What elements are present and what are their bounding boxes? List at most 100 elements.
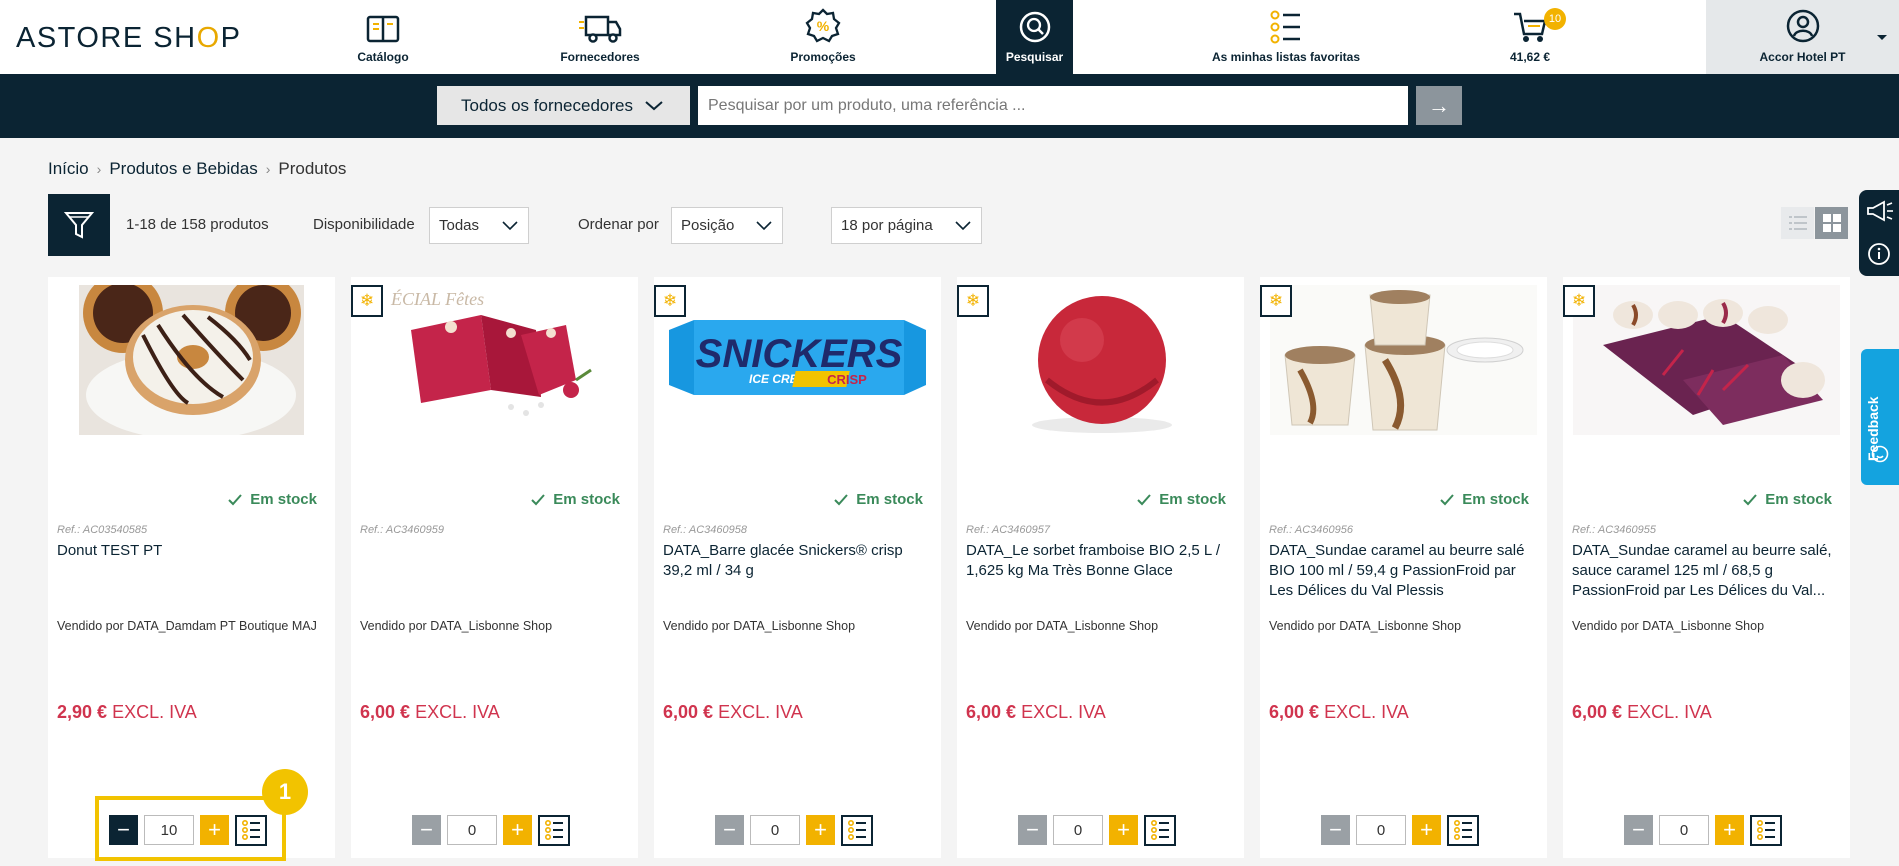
product-image-snickers[interactable]: SNICKERS ICE CREAM CRISP [664,285,931,435]
chevron-down-icon [756,221,772,231]
feedback-tab[interactable]: Feedback [1861,349,1899,485]
nav-search[interactable]: Pesquisar [996,0,1073,74]
nav-suppliers[interactable]: Fornecedores [550,0,650,74]
favorites-list-icon [1270,10,1300,44]
cart-icon [1514,12,1547,42]
filter-button[interactable] [48,194,110,256]
price-suffix: EXCL. IVA [718,702,803,722]
nav-catalog[interactable]: Catálogo [342,0,424,74]
product-image-donut[interactable] [58,285,325,435]
breadcrumb-home[interactable]: Início [48,159,89,179]
increase-quantity-button[interactable]: + [503,815,532,845]
quantity-stepper: − + [715,814,873,846]
donut-photo [79,285,304,435]
decrease-quantity-button[interactable]: − [1321,815,1350,845]
product-image-sorbet[interactable] [967,285,1234,435]
quantity-stepper: − + [412,814,570,846]
top-header: ASTORE SHOP Catálogo Fornecedores % Prom… [0,0,1899,74]
product-card[interactable]: ❄ Em stock Ref.: AC3460956 DATA_Sundae c… [1260,277,1547,858]
megaphone-icon[interactable] [1866,200,1894,222]
astore-shop-logo[interactable]: ASTORE SHOP [16,22,241,55]
list-view-toggle[interactable] [1781,207,1814,239]
product-seller[interactable]: Vendido por DATA_Lisbonne Shop [1572,618,1840,634]
frozen-snowflake-icon: ❄ [654,285,686,317]
supplier-select[interactable]: Todos os fornecedores [437,86,690,125]
increase-quantity-button[interactable]: + [1109,815,1138,845]
chevron-down-icon[interactable] [1876,34,1888,42]
price-value: 6,00 € [663,702,714,722]
product-seller[interactable]: Vendido por DATA_Lisbonne Shop [966,618,1234,634]
tutorial-highlight-box [95,796,286,861]
increase-quantity-button[interactable]: + [1715,815,1744,845]
quantity-input[interactable] [750,815,800,845]
stock-status: Em stock [1137,491,1226,508]
product-card[interactable]: SNICKERS ICE CREAM CRISP ❄ Em stock Ref.: … [654,277,941,858]
nav-cart[interactable]: 10 41,62 € [1502,0,1566,74]
nav-promotions[interactable]: % Promoções [776,0,870,74]
user-icon [1786,9,1819,43]
add-to-list-button[interactable] [1144,814,1176,846]
breadcrumb-category[interactable]: Produtos e Bebidas [109,159,257,179]
product-seller[interactable]: Vendido por DATA_Lisbonne Shop [360,618,628,634]
search-input[interactable] [698,86,1408,125]
price-value: 6,00 € [1269,702,1320,722]
chat-icon [1871,445,1889,463]
quantity-input[interactable] [447,815,497,845]
sort-label: Ordenar por [578,216,659,233]
increase-quantity-button[interactable]: + [1412,815,1441,845]
product-seller[interactable]: Vendido por DATA_Lisbonne Shop [663,618,931,634]
price-value: 6,00 € [1572,702,1623,722]
decrease-quantity-button[interactable]: − [1624,815,1653,845]
add-to-list-button[interactable] [538,814,570,846]
decrease-quantity-button[interactable]: − [412,815,441,845]
product-seller[interactable]: Vendido por DATA_Lisbonne Shop [1269,618,1537,634]
breadcrumb-current: Produtos [278,159,347,178]
product-price: 6,00 € EXCL. IVA [966,702,1106,723]
grid-view-toggle[interactable] [1815,207,1848,239]
quantity-input[interactable] [1053,815,1103,845]
add-to-list-button[interactable] [1750,814,1782,846]
product-card[interactable]: ❄ Em stock Ref.: AC3460957 DATA_Le sorbe… [957,277,1244,858]
product-title[interactable] [360,541,628,601]
product-image-sundae-sauce[interactable] [1573,285,1840,435]
quantity-input[interactable] [1659,815,1709,845]
nav-favorites[interactable]: As minhas listas favoritas [1200,0,1372,74]
logo-text-end: P [220,22,242,54]
increase-quantity-button[interactable]: + [806,815,835,845]
product-ref: Ref.: AC3460959 [360,524,444,536]
account-menu[interactable]: Accor Hotel PT [1706,0,1899,74]
price-value: 2,90 € [57,702,108,722]
product-seller[interactable]: Vendido por DATA_Damdam PT Boutique MAJ [57,618,325,634]
product-card[interactable]: ❄ Em stock Ref.: AC3460955 DATA_Sundae c… [1563,277,1850,858]
frozen-snowflake-icon: ❄ [1260,285,1292,317]
add-to-list-button[interactable] [841,814,873,846]
product-title[interactable]: Donut TEST PT [57,541,325,601]
logo-text: ASTORE SH [16,22,197,54]
product-title[interactable]: DATA_Sundae caramel au beurre salé BIO 1… [1269,541,1537,601]
availability-label: Disponibilidade [313,216,415,233]
availability-select[interactable]: Todas [429,207,529,244]
product-image-sundae-bio[interactable] [1270,285,1537,435]
per-page-select[interactable]: 18 por página [831,207,982,244]
product-title[interactable]: DATA_Barre glacée Snickers® crisp 39,2 m… [663,541,931,601]
decrease-quantity-button[interactable]: − [715,815,744,845]
breadcrumb: Início › Produtos e Bebidas › Produtos [48,159,346,179]
product-image-fetes-log[interactable]: ÉCIAL Fêtes [361,285,628,435]
product-title[interactable]: DATA_Le sorbet framboise BIO 2,5 L / 1,6… [966,541,1234,601]
product-card[interactable]: ÉCIAL Fêtes ❄ Em stock Ref.: AC3460959 V… [351,277,638,858]
quantity-input[interactable] [1356,815,1406,845]
sort-select[interactable]: Posição [671,207,783,244]
add-to-list-button[interactable] [1447,814,1479,846]
search-submit-button[interactable]: → [1416,86,1462,125]
decrease-quantity-button[interactable]: − [1018,815,1047,845]
nav-catalog-label: Catálogo [357,50,409,64]
frozen-snowflake-icon: ❄ [351,285,383,317]
info-icon[interactable] [1867,242,1891,266]
snickers-logo-text: SNICKERS [696,332,903,376]
stock-status: Em stock [1743,491,1832,508]
account-item[interactable]: Accor Hotel PT [1706,0,1899,74]
product-ref: Ref.: AC3460957 [966,524,1050,536]
product-title[interactable]: DATA_Sundae caramel au beurre salé, sauc… [1572,541,1840,601]
sort-value: Posição [681,217,735,234]
search-bar: Todos os fornecedores → [0,74,1899,138]
